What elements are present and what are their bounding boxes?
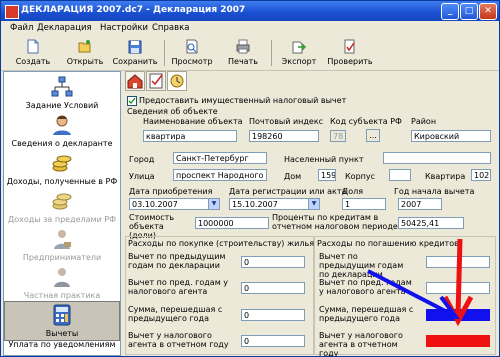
network-icon (51, 76, 73, 97)
export-button[interactable]: Экспорт (279, 38, 319, 68)
sidebar-item-label: Уплата по уведомлениям (8, 340, 116, 349)
preview-icon (186, 39, 198, 54)
calculator-icon (53, 304, 71, 326)
sidebar-item-entrepreneurs: Предприниматели (4, 226, 120, 266)
deductions-panel: Предоставить имущественный налоговый выч… (123, 71, 498, 356)
sidebar-item-label: Задание Условий (25, 101, 99, 110)
menu-settings[interactable]: Настройки (100, 23, 148, 33)
menu-file[interactable]: Файл (10, 23, 33, 33)
sidebar-item-label: Сведения о декларанте (11, 139, 113, 148)
blue-arrow-icon (367, 269, 454, 317)
sidebar-item-deductions[interactable]: Вычеты (4, 301, 120, 341)
sidebar-item-income-rf[interactable]: Доходы, полученные в РФ (4, 150, 120, 190)
save-button[interactable]: Сохранить (111, 38, 159, 68)
print-label: Печать (228, 57, 258, 66)
minimize-button[interactable]: _ (441, 3, 459, 20)
businessman-icon (54, 230, 71, 249)
check-button[interactable]: Проверить (324, 38, 376, 68)
create-label: Создать (15, 57, 51, 66)
coins-icon (52, 155, 72, 172)
export-label: Экспорт (281, 57, 317, 66)
sidebar-item-declarant[interactable]: Сведения о декларанте (4, 112, 120, 152)
save-disk-icon (128, 40, 142, 54)
printer-icon (236, 39, 250, 54)
annotation-arrows (367, 238, 474, 327)
close-button[interactable]: ✕ (479, 3, 497, 20)
sidebar-item-label: Предприниматели (22, 253, 102, 262)
check-icon (344, 39, 355, 54)
sidebar-item-conditions[interactable]: Задание Условий (4, 74, 120, 114)
sidebar: Задание Условий Сведения о декларанте До… (3, 71, 121, 356)
toolbar-separator (164, 40, 165, 66)
export-icon (292, 41, 306, 54)
menu-declaration[interactable]: Декларация (37, 23, 92, 33)
sidebar-item-label: Частная практика (23, 291, 101, 300)
sidebar-item-label: Доходы, полученные в РФ (6, 177, 118, 186)
sidebar-item-private-practice: Частная практика (4, 264, 120, 304)
app-icon (5, 5, 19, 19)
lawyer-icon (54, 268, 70, 287)
save-label: Сохранить (112, 57, 158, 66)
preview-button[interactable]: Просмотр (169, 38, 215, 68)
sidebar-item-label: Доходы за пределами РФ (7, 215, 117, 224)
open-button[interactable]: Открыть (63, 38, 107, 68)
new-document-icon (27, 39, 39, 54)
window-title: ДЕКЛАРАЦИЯ 2007.dc7 - Декларация 2007 (21, 5, 246, 15)
coins-icon (52, 193, 72, 210)
maximize-button[interactable]: □ (460, 3, 478, 20)
menu-bar: Файл Декларация Настройки Справка (1, 21, 499, 36)
check-label: Проверить (327, 57, 373, 66)
toolbar-separator (271, 40, 272, 66)
person-icon (53, 115, 71, 135)
create-button[interactable]: Создать (13, 38, 53, 68)
title-bar[interactable]: ДЕКЛАРАЦИЯ 2007.dc7 - Декларация 2007 _ … (1, 1, 499, 21)
open-label: Открыть (66, 57, 104, 66)
sidebar-item-notifications[interactable]: Уплата по уведомлениям (4, 336, 120, 354)
print-button[interactable]: Печать (222, 38, 264, 68)
application-window: ДЕКЛАРАЦИЯ 2007.dc7 - Декларация 2007 _ … (0, 0, 500, 357)
open-folder-icon (78, 40, 91, 53)
menu-help[interactable]: Справка (152, 23, 189, 33)
preview-label: Просмотр (171, 57, 213, 66)
sidebar-item-income-abroad: Доходы за пределами РФ (4, 188, 120, 228)
toolbar: Создать Открыть Сохранить Просмотр Печат… (1, 36, 499, 71)
red-arrow-icon (455, 238, 463, 317)
